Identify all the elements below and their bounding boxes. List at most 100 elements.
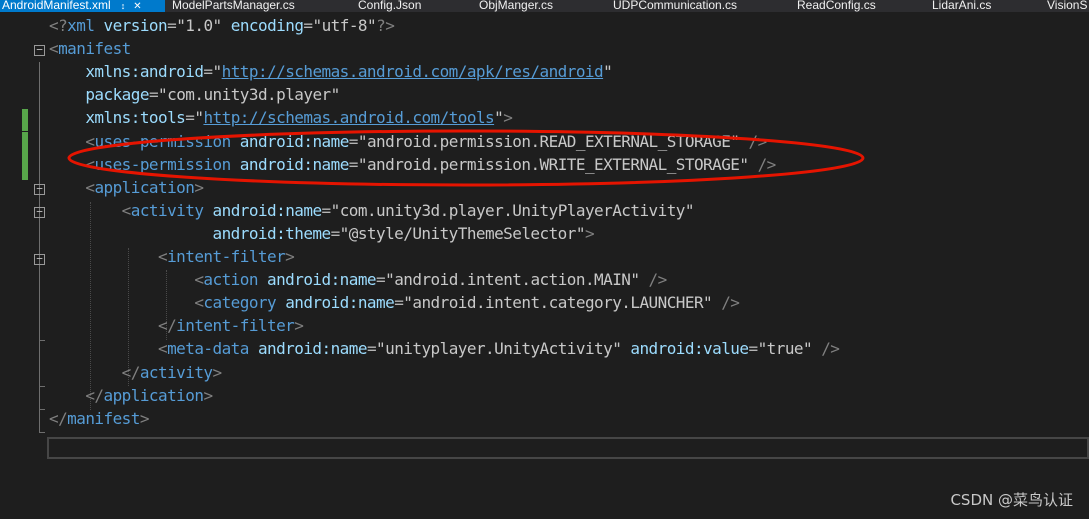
code-token: android:theme: [212, 223, 332, 243]
code-token: version: [103, 16, 168, 35]
code-token: </: [85, 385, 104, 405]
code-line[interactable]: </intent-filter>: [49, 314, 304, 337]
document-tab-bar: AndroidManifest.xml ↕ ✕ ModelPartsManager.…: [0, 0, 1089, 12]
code-line[interactable]: </activity>: [49, 361, 222, 384]
minus-box-icon[interactable]: −: [34, 206, 45, 218]
code-token: category: [203, 293, 277, 313]
code-token: />: [648, 270, 668, 290]
code-line[interactable]: <uses-permission android:name="android.p…: [49, 130, 767, 153]
code-token: unityplayer.UnityActivity: [385, 339, 613, 359]
code-line[interactable]: <meta-data android:name="unityplayer.Uni…: [49, 337, 840, 360]
code-line[interactable]: <activity android:name="com.unity3d.play…: [49, 199, 695, 222]
tab-config-json[interactable]: Config.Json: [358, 0, 421, 12]
code-token: uses-permission: [94, 154, 231, 174]
code-line[interactable]: android:theme="@style/UnityThemeSelector…: [49, 222, 595, 245]
code-token: activity: [130, 200, 204, 220]
code-line[interactable]: xmlns:android="http://schemas.android.co…: [49, 60, 612, 83]
code-token: =: [330, 223, 341, 243]
minus-box-icon[interactable]: −: [34, 253, 45, 265]
code-token: =: [748, 339, 758, 359]
code-token: ": [612, 339, 622, 359]
minus-box-icon[interactable]: −: [34, 44, 45, 56]
code-line[interactable]: <category android:name="android.intent.c…: [49, 291, 740, 314]
tab-visions[interactable]: VisionS: [1047, 0, 1087, 12]
code-token: >: [294, 316, 304, 336]
code-line[interactable]: <intent-filter>: [49, 245, 295, 268]
code-line[interactable]: xmlns:tools= "http://schemas.android.com/…: [49, 106, 513, 129]
fold-line-end: [39, 340, 45, 341]
code-token: ": [176, 16, 186, 35]
code-token: android.permission.READ_EXTERNAL_STORAGE: [366, 131, 731, 151]
tab-objmanger-cs[interactable]: ObjManger.cs: [479, 0, 553, 12]
code-editor[interactable]: − − − − <?xml version="1.0" encoding="ut…: [0, 12, 1089, 519]
tab-udpcommunication-cs[interactable]: UDPCommunication.cs: [613, 0, 737, 12]
code-line[interactable]: <manifest: [49, 37, 131, 60]
code-token: ": [212, 16, 223, 35]
code-token: com.unity3d.player: [167, 85, 331, 105]
code-token: ": [357, 131, 368, 151]
tab-label: VisionS: [1047, 0, 1088, 12]
code-token: android:name: [285, 293, 395, 313]
code-token: http://schemas.android.com/apk/res/andro…: [221, 62, 604, 82]
code-line[interactable]: package="com.unity3d.player": [49, 83, 340, 106]
code-token: <: [158, 339, 168, 359]
code-line[interactable]: <action android:name="android.intent.act…: [49, 268, 667, 291]
code-token: ": [357, 154, 368, 174]
tab-label: ReadConfig.cs: [797, 0, 876, 12]
code-token: />: [821, 339, 840, 359]
code-line[interactable]: <application>: [49, 176, 204, 199]
code-token: ": [212, 62, 223, 82]
tab-readconfig-cs[interactable]: ReadConfig.cs: [797, 0, 876, 12]
code-line[interactable]: <uses-permission android:name="android.p…: [49, 153, 776, 176]
tab-lidarani-cs[interactable]: LidarAni.cs: [932, 0, 991, 12]
code-token: =: [348, 154, 359, 174]
code-token: ": [339, 223, 350, 243]
code-token: =: [394, 293, 404, 313]
tab-label: AndroidManifest.xml: [2, 0, 111, 12]
code-token: />: [748, 131, 767, 151]
code-token: =: [321, 200, 332, 220]
pin-icon[interactable]: ↕: [121, 1, 126, 11]
code-token: ": [312, 16, 323, 35]
change-marker: [22, 109, 28, 131]
code-token: ": [158, 85, 168, 105]
code-token: <: [49, 39, 59, 59]
code-line[interactable]: </application>: [49, 384, 213, 407]
code-line[interactable]: </manifest>: [49, 407, 149, 430]
code-token: =: [167, 16, 177, 35]
code-token: utf-8: [321, 16, 368, 35]
tab-modelpartsmanager-cs[interactable]: ModelPartsManager.cs: [172, 0, 295, 12]
code-token: <: [158, 247, 168, 266]
tab-label: UDPCommunication.cs: [613, 0, 738, 12]
fold-line: [39, 62, 40, 432]
code-token: >: [194, 177, 204, 197]
code-token: ": [403, 293, 413, 313]
minus-box-icon[interactable]: −: [34, 183, 45, 195]
code-token: ": [684, 200, 695, 220]
tab-androidmanifest-xml[interactable]: AndroidManifest.xml ↕ ✕: [0, 0, 165, 12]
code-token: @style/UnityThemeSelector: [348, 223, 577, 243]
code-token: =: [185, 108, 195, 128]
code-token: intent-filter: [167, 247, 286, 266]
code-token: intent-filter: [176, 316, 295, 336]
code-token: >: [285, 247, 295, 266]
close-icon[interactable]: ✕: [133, 1, 141, 12]
tab-label: ModelPartsManager.cs: [172, 0, 295, 12]
code-line[interactable]: <?xml version="1.0" encoding="utf-8"?>: [49, 14, 395, 37]
code-token: android.intent.category.LAUNCHER: [412, 293, 704, 313]
